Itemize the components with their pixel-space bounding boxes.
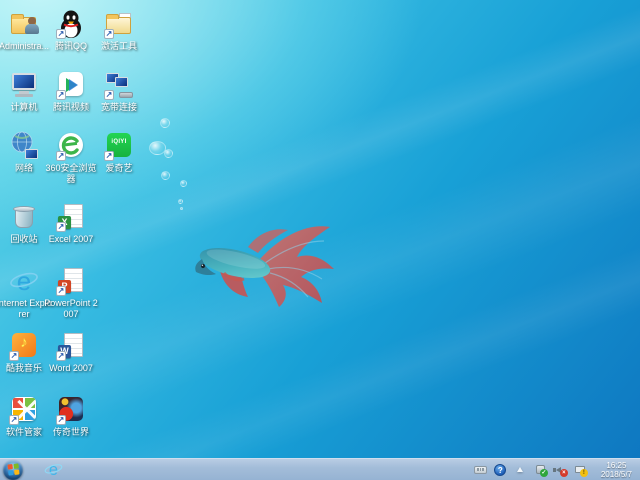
powerpoint-icon: P ↗ [56,266,86,296]
shortcut-arrow-icon: ↗ [56,351,66,361]
bubble [164,149,173,158]
broadband-icon: ↗ [104,70,134,100]
desktop-icon-excel-2007[interactable]: X ↗ Excel 2007 [43,202,99,245]
desktop-icon-label: Excel 2007 [49,234,94,245]
desktop-icon-label: 酷我音乐 [6,363,42,374]
svg-text:e: e [48,461,57,479]
bubble [161,171,170,180]
desktop-icon-label: 激活工具 [101,41,137,52]
device-ready-icon[interactable]: ✓ [533,462,548,477]
system-tray: ? ✓ × ! 16:25 2018/5/7 [473,461,640,479]
windows-logo-icon [7,463,19,475]
taskbar-clock[interactable]: 16:25 2018/5/7 [593,461,636,479]
volume-muted-icon[interactable]: × [553,462,568,477]
shortcut-arrow-icon: ↗ [56,29,66,39]
iqiyi-icon: iQIYI ↗ [104,131,134,161]
desktop-icon-label: 网络 [15,163,33,174]
taskbar: e ? ✓ × ! [0,458,640,480]
desktop-icon-legend-world[interactable]: ↗ 传奇世界 [43,395,99,438]
desktop-icon-label: 爱奇艺 [105,163,132,174]
clock-time: 16:25 [606,461,626,470]
shortcut-arrow-icon: ↗ [56,286,66,296]
legend-world-game-icon: ↗ [56,395,86,425]
shortcut-arrow-icon: ↗ [104,90,114,100]
music-note-glyph: ♪ [9,334,39,351]
betta-fish-image [190,215,342,311]
excel-icon: X ↗ [56,202,86,232]
word-icon: W ↗ [56,331,86,361]
bubble [178,199,183,204]
taskbar-internet-explorer-button[interactable]: e [41,460,65,480]
desktop-icon-label: 回收站 [10,234,37,245]
qq-penguin-icon: ↗ [56,9,86,39]
shortcut-arrow-icon: ↗ [56,90,66,100]
desktop-icon-label: 宽带连接 [101,102,137,113]
desktop-icon-label: Administra... [0,41,49,52]
show-hidden-icons-button[interactable] [513,462,528,477]
desktop-icon-activation-tools[interactable]: ↗ 激活工具 [91,9,147,52]
folder-icon: ↗ [104,9,134,39]
desktop-icon-label: 传奇世界 [53,427,89,438]
shortcut-arrow-icon: ↗ [56,151,66,161]
shortcut-arrow-icon: ↗ [56,415,66,425]
bubble [180,180,187,187]
computer-icon [9,70,39,100]
svg-text:e: e [17,266,31,296]
software-manager-icon: ↗ [9,395,39,425]
kuwo-music-icon: ♪ ↗ [9,331,39,361]
input-method-icon[interactable] [473,462,488,477]
bubble [180,207,183,210]
internet-explorer-icon: e [9,266,39,296]
desktop-icon-label: 腾讯视频 [53,102,89,113]
desktop: Administra... ↗ 腾讯QQ ↗ 激活工具 计算机 [0,0,640,480]
shortcut-arrow-icon: ↗ [56,222,66,232]
iqiyi-logo-text: iQIYI [104,139,134,145]
desktop-icon-label: 计算机 [10,102,37,113]
shortcut-arrow-icon: ↗ [9,351,19,361]
desktop-icon-label: Word 2007 [49,363,93,374]
desktop-icon-label: PowerPoint 2007 [43,298,99,320]
desktop-icon-word-2007[interactable]: W ↗ Word 2007 [43,331,99,374]
user-folder-icon [9,9,39,39]
recycle-bin-icon [9,202,39,232]
tencent-video-icon: ↗ [56,70,86,100]
network-globe-icon [9,131,39,161]
start-button[interactable] [3,460,23,480]
shortcut-arrow-icon: ↗ [104,29,114,39]
clock-date: 2018/5/7 [601,470,632,479]
shortcut-arrow-icon: ↗ [9,415,19,425]
desktop-icon-label: 腾讯QQ [55,41,87,52]
internet-explorer-icon: e [44,460,63,479]
shortcut-arrow-icon: ↗ [104,151,114,161]
help-icon[interactable]: ? [493,462,508,477]
360-browser-icon: ↗ [56,131,86,161]
desktop-icon-powerpoint-2007[interactable]: P ↗ PowerPoint 2007 [43,266,99,320]
desktop-icon-iqiyi[interactable]: iQIYI ↗ 爱奇艺 [91,131,147,174]
network-warning-icon[interactable]: ! [573,462,588,477]
desktop-icon-broadband-connection[interactable]: ↗ 宽带连接 [91,70,147,113]
bubble [160,118,170,128]
desktop-icon-label: 软件管家 [6,427,42,438]
